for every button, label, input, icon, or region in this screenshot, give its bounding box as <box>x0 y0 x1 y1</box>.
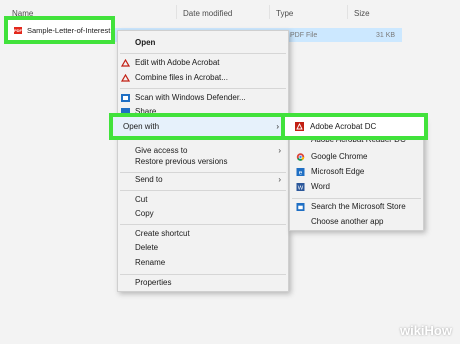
submenu-item-edge[interactable]: e Microsoft Edge <box>290 165 423 179</box>
watermark-how: How <box>424 323 452 338</box>
column-header-date[interactable]: Date modified <box>183 9 232 18</box>
column-divider[interactable] <box>176 5 177 19</box>
defender-shield-icon <box>121 94 130 102</box>
file-size: 31 KB <box>376 32 396 39</box>
pdf-icon: PDF <box>14 27 22 34</box>
svg-text:e: e <box>299 169 303 176</box>
svg-text:W: W <box>298 185 304 191</box>
submenu-item-store[interactable]: Search the Microsoft Store <box>290 200 423 214</box>
file-item-highlight[interactable]: PDF Sample-Letter-of-Interest <box>4 16 115 44</box>
wikihow-watermark: wikiHow <box>400 323 452 338</box>
menu-item-combine-acrobat[interactable]: Combine files in Acrobat... <box>118 70 288 86</box>
chevron-right-icon: › <box>276 122 279 131</box>
menu-divider <box>120 88 286 89</box>
menu-divider <box>120 53 286 54</box>
menu-item-open[interactable]: Open <box>118 35 288 51</box>
acrobat-icon <box>295 122 304 131</box>
submenu-divider <box>292 198 421 199</box>
submenu-item-word[interactable]: W Word <box>290 180 423 194</box>
menu-item-edit-acrobat[interactable]: Edit with Adobe Acrobat <box>118 55 288 71</box>
submenu-item-choose-another[interactable]: Choose another app <box>290 215 423 229</box>
submenu-item-acrobat-dc[interactable]: Adobe Acrobat DC <box>285 117 424 136</box>
acrobat-icon <box>121 59 130 67</box>
context-menu: Open Edit with Adobe Acrobat Combine fil… <box>117 30 289 292</box>
menu-item-restore-versions[interactable]: Restore previous versions <box>118 154 288 170</box>
file-type: PDF File <box>290 32 318 39</box>
acrobat-icon <box>121 74 130 82</box>
word-icon: W <box>296 183 305 191</box>
acrobat-dc-highlight: Adobe Acrobat DC <box>281 113 428 140</box>
column-header-size[interactable]: Size <box>354 9 370 18</box>
watermark-wiki: wiki <box>399 323 425 338</box>
menu-divider <box>120 224 286 225</box>
column-header-type[interactable]: Type <box>276 9 293 18</box>
chrome-icon <box>296 153 305 161</box>
menu-item-open-with[interactable]: Open with › <box>113 117 287 136</box>
menu-item-delete[interactable]: Delete <box>118 240 288 256</box>
store-icon <box>296 203 305 211</box>
submenu-item-chrome[interactable]: Google Chrome <box>290 150 423 164</box>
open-with-highlight: Open with › <box>109 113 291 140</box>
menu-item-copy[interactable]: Copy <box>118 206 288 222</box>
column-divider[interactable] <box>347 5 348 19</box>
chevron-right-icon: › <box>278 175 281 184</box>
menu-divider <box>120 190 286 191</box>
file-name: Sample-Letter-of-Interest <box>27 26 111 35</box>
menu-item-send-to[interactable]: Send to › <box>118 172 288 188</box>
menu-item-properties[interactable]: Properties <box>118 275 288 291</box>
menu-item-rename[interactable]: Rename <box>118 255 288 271</box>
edge-icon: e <box>296 168 305 176</box>
column-divider[interactable] <box>269 5 270 19</box>
